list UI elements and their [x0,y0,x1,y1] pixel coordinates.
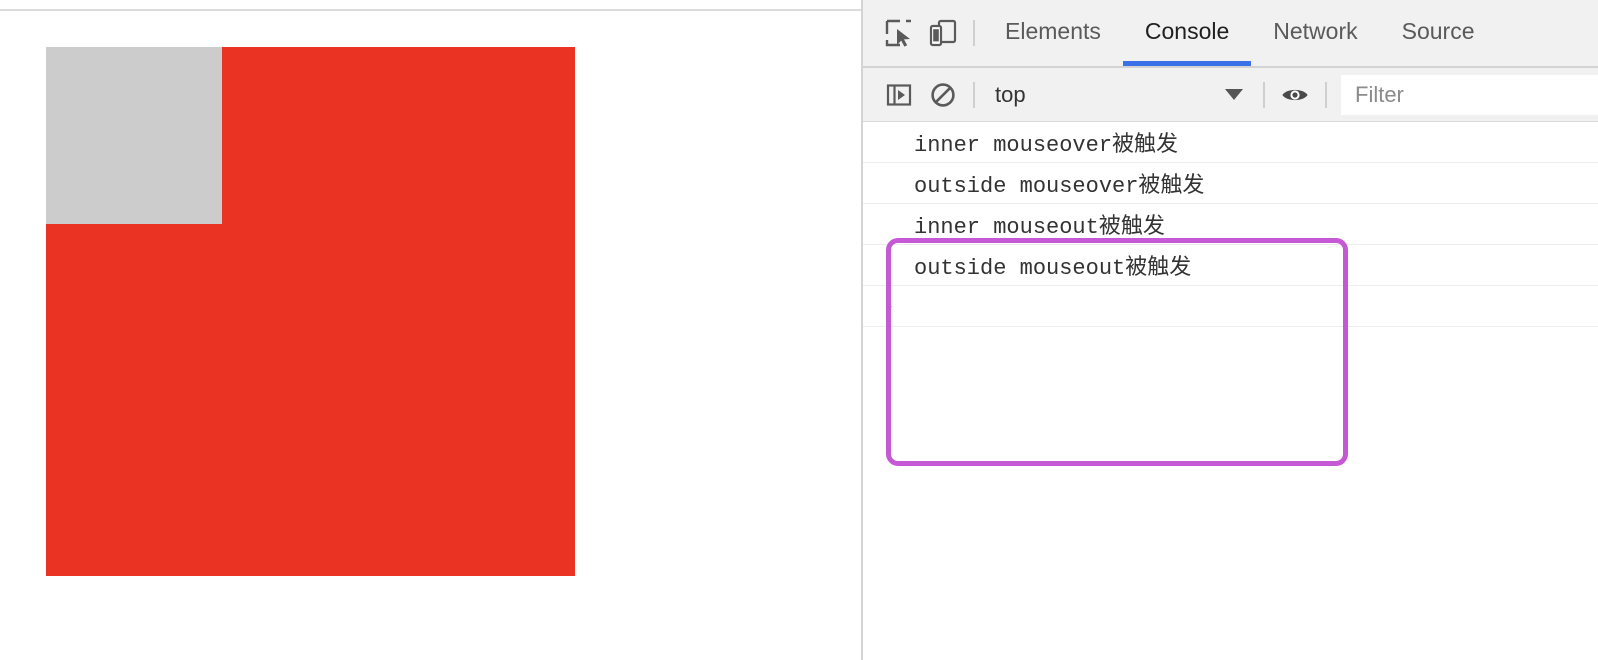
console-prompt-row[interactable]: › [863,286,1598,327]
console-message-text: outside mouseout被触发 [914,256,1192,281]
page-top-divider [0,9,862,11]
console-context-selector[interactable]: top [983,75,1255,115]
console-message-row[interactable]: outside mouseout被触发 [863,245,1598,286]
console-message-text: inner mouseout被触发 [914,215,1165,240]
inner-box[interactable] [46,47,222,224]
outside-box[interactable] [46,47,575,576]
console-message-text: outside mouseover被触发 [914,174,1205,199]
device-toolbar-icon[interactable] [921,11,965,55]
console-message-row[interactable]: inner mouseover被触发 [863,122,1598,163]
clear-console-icon[interactable] [921,73,965,117]
console-prompt-chevron-icon: › [886,295,893,317]
tab-elements[interactable]: Elements [983,0,1123,66]
browser-page-viewport [0,0,862,660]
screenshot-root: Elements Console Network Source top Filt… [0,0,1598,660]
console-message-row[interactable]: outside mouseover被触发 [863,163,1598,204]
toolbar-separator [973,20,975,46]
console-message-row[interactable]: inner mouseout被触发 [863,204,1598,245]
devtools-panel: Elements Console Network Source top Filt… [863,0,1598,660]
filter-input[interactable] [1341,74,1598,115]
console-toolbar-separator-2 [1263,81,1265,108]
chevron-down-icon [1225,89,1243,100]
tab-network[interactable]: Network [1251,0,1379,66]
devtools-tabbar: Elements Console Network Source [863,0,1598,68]
tab-console[interactable]: Console [1122,0,1252,66]
console-toolbar-separator-1 [973,81,975,108]
inspect-element-icon[interactable] [877,11,921,55]
console-message-text: inner mouseover被触发 [914,133,1179,158]
console-sidebar-icon[interactable] [877,73,921,117]
tab-sources[interactable]: Source [1380,0,1497,66]
eye-icon[interactable] [1273,73,1317,117]
console-toolbar-separator-3 [1325,81,1327,108]
console-message-list[interactable]: inner mouseover被触发 outside mouseover被触发 … [863,122,1598,660]
console-toolbar: top [863,68,1598,122]
console-context-label: top [995,81,1026,107]
